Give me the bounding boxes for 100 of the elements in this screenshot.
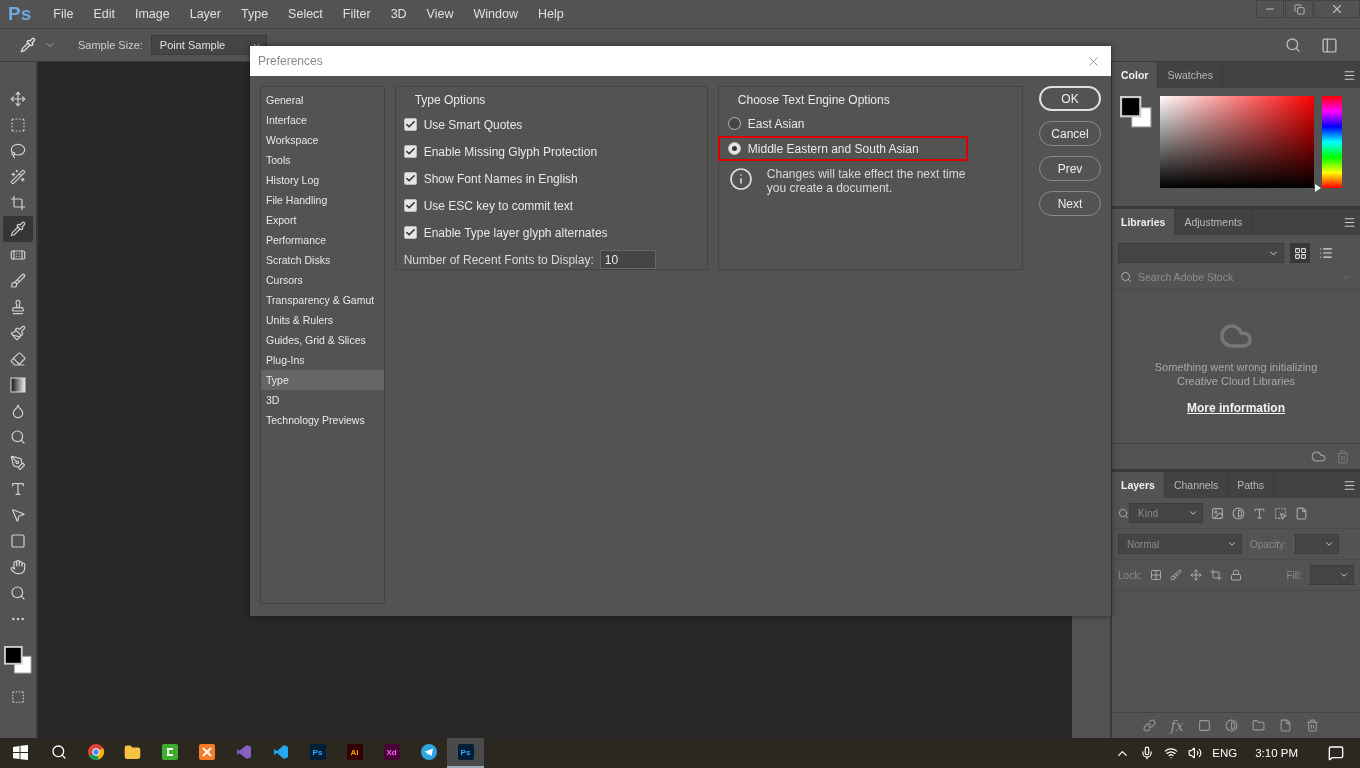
taskbar-app[interactable]: Ai: [336, 738, 373, 768]
search-icon[interactable]: [1285, 37, 1301, 53]
folder-icon[interactable]: [1251, 719, 1265, 732]
caret-icon: [1323, 539, 1334, 549]
smart-object-icon[interactable]: [1295, 506, 1308, 520]
checkbox[interactable]: [403, 172, 417, 185]
trash-icon[interactable]: [1305, 719, 1319, 732]
more-information-link[interactable]: More information: [1187, 400, 1285, 415]
close-button[interactable]: [1314, 0, 1360, 18]
opacity-field[interactable]: [1294, 534, 1339, 554]
restore-button[interactable]: [1285, 0, 1313, 18]
menu-item[interactable]: 3D: [380, 7, 417, 21]
category-item[interactable]: Export: [261, 210, 384, 230]
type-icon[interactable]: [1253, 506, 1266, 520]
panel-tab[interactable]: Layers: [1112, 472, 1165, 498]
adjustment-icon[interactable]: [1224, 719, 1238, 732]
panel-tab[interactable]: Libraries: [1112, 209, 1176, 235]
shape-icon[interactable]: [1274, 506, 1287, 520]
dialog-button[interactable]: Next: [1039, 191, 1101, 216]
image-icon[interactable]: [1211, 506, 1224, 520]
checkbox[interactable]: [403, 199, 417, 212]
microphone-icon[interactable]: [1140, 746, 1155, 760]
wand-icon: [9, 169, 26, 185]
slider-thumb[interactable]: [1315, 184, 1321, 192]
menu-item[interactable]: Layer: [179, 7, 231, 21]
category-item[interactable]: Type: [261, 370, 384, 390]
category-item[interactable]: Cursors: [261, 270, 384, 290]
menu-item[interactable]: Help: [527, 7, 574, 21]
recent-fonts-field[interactable]: 10: [599, 250, 656, 269]
category-item[interactable]: General: [261, 90, 384, 110]
checkbox-label: Enable Missing Glyph Protection: [423, 144, 598, 159]
menu-icon[interactable]: [1343, 215, 1356, 229]
lock-icon[interactable]: [1229, 569, 1242, 581]
lock-pixels-icon[interactable]: [1149, 569, 1162, 581]
menu-icon[interactable]: [1343, 478, 1356, 492]
category-item[interactable]: Scratch Disks: [261, 250, 384, 270]
checkbox[interactable]: [403, 118, 417, 131]
taskbar-app[interactable]: Xd: [373, 738, 410, 768]
grid-view-button[interactable]: [1290, 243, 1310, 263]
category-item[interactable]: Transparency & Gamut: [261, 290, 384, 310]
info-icon: [728, 167, 753, 191]
menu-item[interactable]: Type: [231, 7, 279, 21]
fill-field[interactable]: [1310, 565, 1354, 585]
checkbox-label: Enable Type layer glyph alternates: [423, 225, 608, 240]
checkbox[interactable]: [403, 145, 417, 158]
language-indicator[interactable]: ENG: [1212, 747, 1238, 759]
search-icon: [1118, 507, 1129, 519]
category-item[interactable]: Guides, Grid & Slices: [261, 330, 384, 350]
category-item[interactable]: Technology Previews: [261, 410, 384, 430]
crop-icon[interactable]: [1209, 569, 1222, 581]
menu-item[interactable]: Select: [278, 7, 333, 21]
category-item[interactable]: History Log: [261, 170, 384, 190]
color-swatches-icon[interactable]: [3, 646, 32, 674]
sample-size-dropdown[interactable]: Point Sample: [150, 35, 267, 55]
category-item[interactable]: Units & Rulers: [261, 310, 384, 330]
color-field[interactable]: [1160, 96, 1314, 188]
category-item[interactable]: File Handling: [261, 190, 384, 210]
brush-icon[interactable]: [1169, 569, 1182, 581]
volume-icon[interactable]: [1188, 746, 1203, 760]
category-item[interactable]: Interface: [261, 110, 384, 130]
checkbox-label: Show Font Names in English: [423, 171, 578, 186]
notifications-icon[interactable]: [1328, 745, 1344, 761]
menu-item[interactable]: Filter: [332, 7, 381, 21]
category-item[interactable]: Workspace: [261, 130, 384, 150]
color-swatches-icon[interactable]: [1120, 96, 1152, 128]
dialog-button[interactable]: Cancel: [1039, 121, 1101, 146]
menu-item[interactable]: Edit: [83, 7, 125, 21]
wifi-icon[interactable]: [1164, 746, 1179, 760]
cloud-icon[interactable]: [1311, 449, 1326, 464]
menu-item[interactable]: Window: [463, 7, 528, 21]
menu-icon[interactable]: [1343, 68, 1356, 82]
category-item[interactable]: Plug-Ins: [261, 350, 384, 370]
photoshop-icon: Ps: [457, 744, 474, 760]
category-item[interactable]: Tools: [261, 150, 384, 170]
category-item[interactable]: Performance: [261, 230, 384, 250]
eyedropper-icon[interactable]: [20, 37, 36, 53]
group-title: Type Options: [414, 93, 487, 107]
radio-button[interactable]: [727, 117, 741, 130]
minimize-button[interactable]: [1256, 0, 1284, 18]
tool-button[interactable]: [2, 216, 33, 242]
taskbar-app[interactable]: Ps: [299, 738, 336, 768]
category-item[interactable]: 3D: [261, 390, 384, 410]
checkbox[interactable]: [403, 226, 417, 239]
menu-item[interactable]: View: [416, 7, 464, 21]
workspace-icon[interactable]: [1321, 36, 1338, 54]
new-layer-icon[interactable]: [1278, 719, 1292, 732]
move-icon[interactable]: [1189, 569, 1202, 581]
menu-item[interactable]: File: [43, 7, 84, 21]
mask-icon[interactable]: [1197, 719, 1211, 732]
eraser-icon: [9, 351, 26, 367]
check-icon: [404, 200, 416, 211]
clock[interactable]: 3:10 PM: [1255, 747, 1298, 759]
dialog-button[interactable]: Prev: [1039, 156, 1101, 181]
dialog-button[interactable]: OK: [1039, 86, 1101, 111]
adjustment-icon[interactable]: [1232, 506, 1245, 520]
radio-button[interactable]: [727, 142, 741, 155]
panel-tab[interactable]: Color: [1112, 62, 1159, 88]
taskbar-app[interactable]: Ps: [447, 738, 484, 768]
link-icon[interactable]: [1143, 719, 1157, 732]
menu-item[interactable]: Image: [124, 7, 180, 21]
